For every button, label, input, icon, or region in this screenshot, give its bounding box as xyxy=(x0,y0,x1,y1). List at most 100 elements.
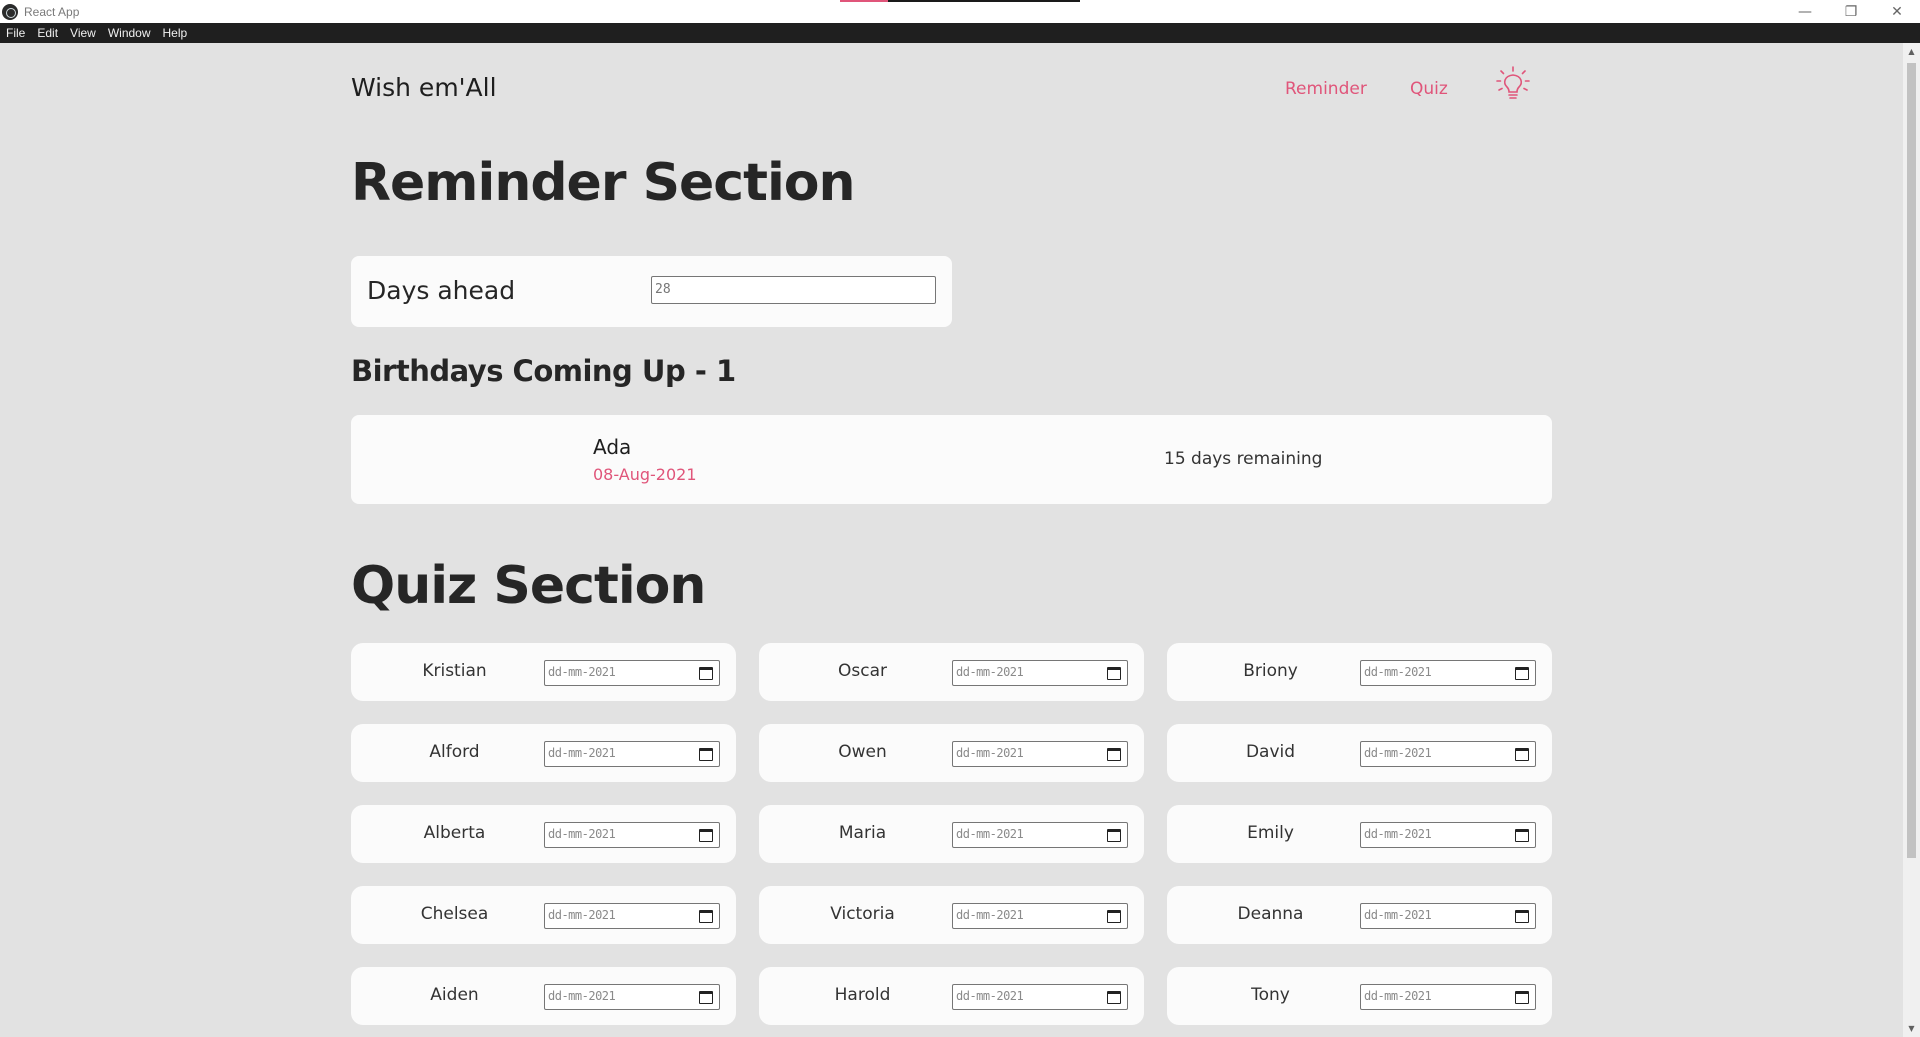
app-icon xyxy=(2,3,18,20)
birthday-date-input[interactable]: dd-mm-2021 xyxy=(952,984,1128,1010)
quiz-person-name: Emily xyxy=(1247,823,1294,843)
birthday-date-input[interactable]: dd-mm-2021 xyxy=(1360,984,1536,1010)
quiz-person-name: Maria xyxy=(838,823,887,843)
quiz-card: Harold dd-mm-2021 xyxy=(759,967,1144,1025)
quiz-person-name: Deanna xyxy=(1237,904,1304,924)
calendar-icon[interactable] xyxy=(1515,829,1529,842)
page-content: Wish em'All Reminder Quiz Reminder Secti… xyxy=(0,43,1903,1037)
birthday-date-input[interactable]: dd-mm-2021 xyxy=(1360,660,1536,686)
quiz-card: Oscar dd-mm-2021 xyxy=(759,643,1144,701)
birthday-date-input[interactable]: dd-mm-2021 xyxy=(544,741,720,767)
reminder-section-title: Reminder Section xyxy=(351,153,856,213)
date-placeholder: dd-mm-2021 xyxy=(1364,746,1432,760)
birthday-card: Ada 08-Aug-2021 15 days remaining xyxy=(351,415,1552,504)
quiz-person-name: Chelsea xyxy=(420,904,489,924)
date-placeholder: dd-mm-2021 xyxy=(956,746,1024,760)
calendar-icon[interactable] xyxy=(699,829,713,842)
vertical-scrollbar[interactable]: ▲ ▼ xyxy=(1903,43,1920,1037)
calendar-icon[interactable] xyxy=(1515,910,1529,923)
quiz-card: Owen dd-mm-2021 xyxy=(759,724,1144,782)
birthday-date-input[interactable]: dd-mm-2021 xyxy=(1360,903,1536,929)
birthday-date-input[interactable]: dd-mm-2021 xyxy=(952,660,1128,686)
quiz-person-name: David xyxy=(1245,742,1296,762)
calendar-icon[interactable] xyxy=(699,748,713,761)
quiz-person-name: Briony xyxy=(1243,661,1298,681)
date-placeholder: dd-mm-2021 xyxy=(1364,665,1432,679)
calendar-icon[interactable] xyxy=(699,910,713,923)
date-placeholder: dd-mm-2021 xyxy=(548,665,616,679)
loading-indicator xyxy=(840,0,1080,2)
quiz-card: Victoria dd-mm-2021 xyxy=(759,886,1144,944)
days-ahead-label: Days ahead xyxy=(367,276,516,305)
quiz-card: Deanna dd-mm-2021 xyxy=(1167,886,1552,944)
quiz-card: Tony dd-mm-2021 xyxy=(1167,967,1552,1025)
quiz-person-name: Tony xyxy=(1251,985,1290,1005)
date-placeholder: dd-mm-2021 xyxy=(956,827,1024,841)
quiz-person-name: Kristian xyxy=(422,661,487,681)
calendar-icon[interactable] xyxy=(1515,991,1529,1004)
days-ahead-card: Days ahead 28 xyxy=(351,256,952,327)
quiz-card: Chelsea dd-mm-2021 xyxy=(351,886,736,944)
birthday-date-input[interactable]: dd-mm-2021 xyxy=(952,822,1128,848)
menu-bar: File Edit View Window Help xyxy=(0,23,1920,43)
close-button[interactable]: ✕ xyxy=(1874,0,1920,23)
window-titlebar: React App — ❐ ✕ xyxy=(0,0,1920,23)
calendar-icon[interactable] xyxy=(1515,667,1529,680)
quiz-card: Maria dd-mm-2021 xyxy=(759,805,1144,863)
quiz-person-name: Owen xyxy=(838,742,887,762)
quiz-card: Emily dd-mm-2021 xyxy=(1167,805,1552,863)
brand-logo[interactable]: Wish em'All xyxy=(351,73,497,102)
birthday-date: 08-Aug-2021 xyxy=(593,465,697,484)
lightbulb-icon[interactable] xyxy=(1493,65,1533,105)
calendar-icon[interactable] xyxy=(699,991,713,1004)
calendar-icon[interactable] xyxy=(1107,667,1121,680)
birthday-date-input[interactable]: dd-mm-2021 xyxy=(544,984,720,1010)
calendar-icon[interactable] xyxy=(1107,910,1121,923)
birthday-date-input[interactable]: dd-mm-2021 xyxy=(1360,822,1536,848)
days-ahead-input[interactable]: 28 xyxy=(651,276,936,304)
quiz-section-title: Quiz Section xyxy=(351,556,706,616)
quiz-card: Briony dd-mm-2021 xyxy=(1167,643,1552,701)
calendar-icon[interactable] xyxy=(1107,748,1121,761)
menu-help[interactable]: Help xyxy=(157,26,194,40)
quiz-card: Alford dd-mm-2021 xyxy=(351,724,736,782)
menu-file[interactable]: File xyxy=(0,26,31,40)
date-placeholder: dd-mm-2021 xyxy=(548,746,616,760)
nav-link-reminder[interactable]: Reminder xyxy=(1285,79,1367,99)
scroll-down-icon[interactable]: ▼ xyxy=(1903,1020,1920,1037)
calendar-icon[interactable] xyxy=(1107,991,1121,1004)
quiz-card: David dd-mm-2021 xyxy=(1167,724,1552,782)
window-controls: — ❐ ✕ xyxy=(1782,0,1920,23)
birthday-date-input[interactable]: dd-mm-2021 xyxy=(952,741,1128,767)
menu-window[interactable]: Window xyxy=(102,26,157,40)
quiz-person-name: Alberta xyxy=(423,823,486,843)
birthday-date-input[interactable]: dd-mm-2021 xyxy=(544,903,720,929)
scrollbar-thumb[interactable] xyxy=(1907,63,1916,858)
calendar-icon[interactable] xyxy=(1107,829,1121,842)
minimize-button[interactable]: — xyxy=(1782,0,1828,23)
menu-edit[interactable]: Edit xyxy=(31,26,64,40)
quiz-card: Kristian dd-mm-2021 xyxy=(351,643,736,701)
nav-link-quiz[interactable]: Quiz xyxy=(1410,79,1448,99)
date-placeholder: dd-mm-2021 xyxy=(956,908,1024,922)
date-placeholder: dd-mm-2021 xyxy=(1364,989,1432,1003)
birthday-date-input[interactable]: dd-mm-2021 xyxy=(544,822,720,848)
date-placeholder: dd-mm-2021 xyxy=(548,827,616,841)
calendar-icon[interactable] xyxy=(699,667,713,680)
scroll-up-icon[interactable]: ▲ xyxy=(1903,43,1920,60)
quiz-card: Alberta dd-mm-2021 xyxy=(351,805,736,863)
date-placeholder: dd-mm-2021 xyxy=(548,989,616,1003)
quiz-person-name: Victoria xyxy=(830,904,895,924)
restore-button[interactable]: ❐ xyxy=(1828,0,1874,23)
date-placeholder: dd-mm-2021 xyxy=(548,908,616,922)
menu-view[interactable]: View xyxy=(64,26,102,40)
birthdays-heading: Birthdays Coming Up - 1 xyxy=(351,354,736,388)
calendar-icon[interactable] xyxy=(1515,748,1529,761)
quiz-person-name: Aiden xyxy=(430,985,479,1005)
date-placeholder: dd-mm-2021 xyxy=(1364,827,1432,841)
birthday-date-input[interactable]: dd-mm-2021 xyxy=(952,903,1128,929)
quiz-person-name: Alford xyxy=(429,742,480,762)
birthday-date-input[interactable]: dd-mm-2021 xyxy=(544,660,720,686)
birthday-date-input[interactable]: dd-mm-2021 xyxy=(1360,741,1536,767)
date-placeholder: dd-mm-2021 xyxy=(956,665,1024,679)
